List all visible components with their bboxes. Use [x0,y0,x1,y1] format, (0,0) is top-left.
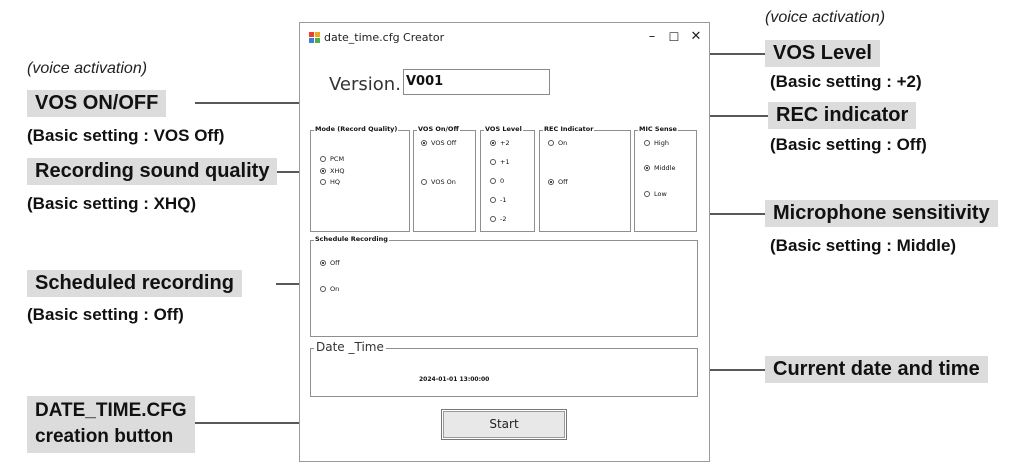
mode-option-label: HQ [330,178,341,186]
radio-icon [320,286,326,292]
vos-level-option-minus1[interactable]: -1 [490,196,506,204]
mic-sense-group: MIC Sense High Middle Low [634,125,697,232]
vos-level-callout: VOS Level [765,40,880,67]
app-window: date_time.cfg Creator – ☐ ✕ Version. V00… [299,22,710,462]
radio-selected-icon [490,140,496,146]
vos-level-option-0[interactable]: 0 [490,177,504,185]
app-icon [309,32,320,43]
voice-activation-note-left: (voice activation) [27,60,148,77]
radio-selected-icon [644,165,650,171]
rec-option-off[interactable]: Off [548,178,568,186]
vos-level-label: -1 [500,196,507,204]
mode-option-xhq[interactable]: XHQ [320,167,344,175]
title-bar[interactable]: date_time.cfg Creator – ☐ ✕ [300,23,709,53]
radio-icon [320,156,326,162]
minimize-button[interactable]: – [642,28,662,46]
rec-indicator-legend: REC Indicator [543,125,595,133]
rec-indicator-group: REC Indicator On Off [539,125,631,232]
radio-icon [490,159,496,165]
vos-onoff-group: VOS On/Off VOS Off VOS On [413,125,476,232]
radio-selected-icon [548,179,554,185]
start-button[interactable]: Start [441,409,567,440]
schedule-option-label: On [330,285,340,293]
vos-option-label: VOS Off [431,139,457,147]
datetime-value: 2024-01-01 13:00:00 [419,376,490,383]
cfg-button-callout-line1: DATE_TIME.CFG [35,400,187,421]
rec-indicator-callout: REC indicator [768,102,917,129]
mic-option-label: Low [654,190,667,198]
sound-quality-note: (Basic setting : XHQ) [27,194,197,213]
vos-level-label: 0 [500,177,505,185]
vos-level-label: -2 [500,215,507,223]
vos-onoff-legend: VOS On/Off [417,125,460,133]
mic-sensitivity-note: (Basic setting : Middle) [770,236,957,255]
window-title: date_time.cfg Creator [324,31,445,44]
sound-quality-callout: Recording sound quality [27,158,278,185]
scheduled-note: (Basic setting : Off) [27,305,184,324]
vos-level-legend: VOS Level [484,125,523,133]
start-button-label: Start [489,417,519,431]
radio-icon [490,197,496,203]
voice-activation-note-right: (voice activation) [765,9,886,26]
vos-level-label: +2 [500,139,510,147]
scheduled-callout: Scheduled recording [27,270,242,297]
mic-option-high[interactable]: High [644,139,669,147]
version-value: V001 [406,74,444,89]
mic-sensitivity-callout: Microphone sensitivity [765,200,998,227]
vos-option-on[interactable]: VOS On [421,178,456,186]
vos-level-note: (Basic setting : +2) [770,72,922,91]
mic-sense-legend: MIC Sense [638,125,678,133]
close-button[interactable]: ✕ [686,28,706,46]
rec-option-label: On [558,139,568,147]
radio-icon [490,216,496,222]
radio-icon [644,191,650,197]
radio-icon [644,140,650,146]
current-datetime-callout: Current date and time [765,356,988,383]
schedule-option-on[interactable]: On [320,285,339,293]
rec-option-label: Off [558,178,568,186]
vos-option-off[interactable]: VOS Off [421,139,456,147]
mic-option-label: High [654,139,669,147]
cfg-button-callout: DATE_TIME.CFG creation button [27,396,195,453]
vos-level-option-minus2[interactable]: -2 [490,215,506,223]
radio-selected-icon [320,260,326,266]
radio-icon [421,179,427,185]
maximize-button[interactable]: ☐ [664,28,684,46]
mode-legend: Mode (Record Quality) [314,125,399,133]
mic-option-label: Middle [654,164,676,172]
cfg-button-callout-line2: creation button [35,426,174,447]
datetime-legend: Date _Time [314,340,386,354]
datetime-group: Date _Time 2024-01-01 13:00:00 [310,340,698,397]
mic-option-low[interactable]: Low [644,190,667,198]
vos-option-label: VOS On [431,178,456,186]
radio-selected-icon [320,168,326,174]
radio-icon [320,179,326,185]
mode-group: Mode (Record Quality) PCM XHQ HQ [310,125,410,232]
schedule-option-label: Off [330,259,340,267]
mode-option-label: PCM [330,155,345,163]
schedule-option-off[interactable]: Off [320,259,340,267]
vos-level-group: VOS Level +2 +1 0 -1 -2 [480,125,535,232]
rec-option-on[interactable]: On [548,139,567,147]
schedule-legend: Schedule Recording [314,235,389,243]
vos-level-label: +1 [500,158,510,166]
vos-onoff-callout: VOS ON/OFF [27,90,167,117]
rec-indicator-note: (Basic setting : Off) [770,135,927,154]
mic-option-middle[interactable]: Middle [644,164,675,172]
vos-level-option-plus1[interactable]: +1 [490,158,510,166]
radio-icon [548,140,554,146]
vos-level-option-plus2[interactable]: +2 [490,139,510,147]
mode-option-label: XHQ [330,167,345,175]
schedule-group: Schedule Recording Off On [310,235,698,337]
vos-onoff-note: (Basic setting : VOS Off) [27,126,225,145]
version-input[interactable]: V001 [403,69,550,95]
mode-option-pcm[interactable]: PCM [320,155,344,163]
mode-option-hq[interactable]: HQ [320,178,340,186]
radio-icon [490,178,496,184]
radio-selected-icon [421,140,427,146]
version-label: Version. [329,74,401,95]
